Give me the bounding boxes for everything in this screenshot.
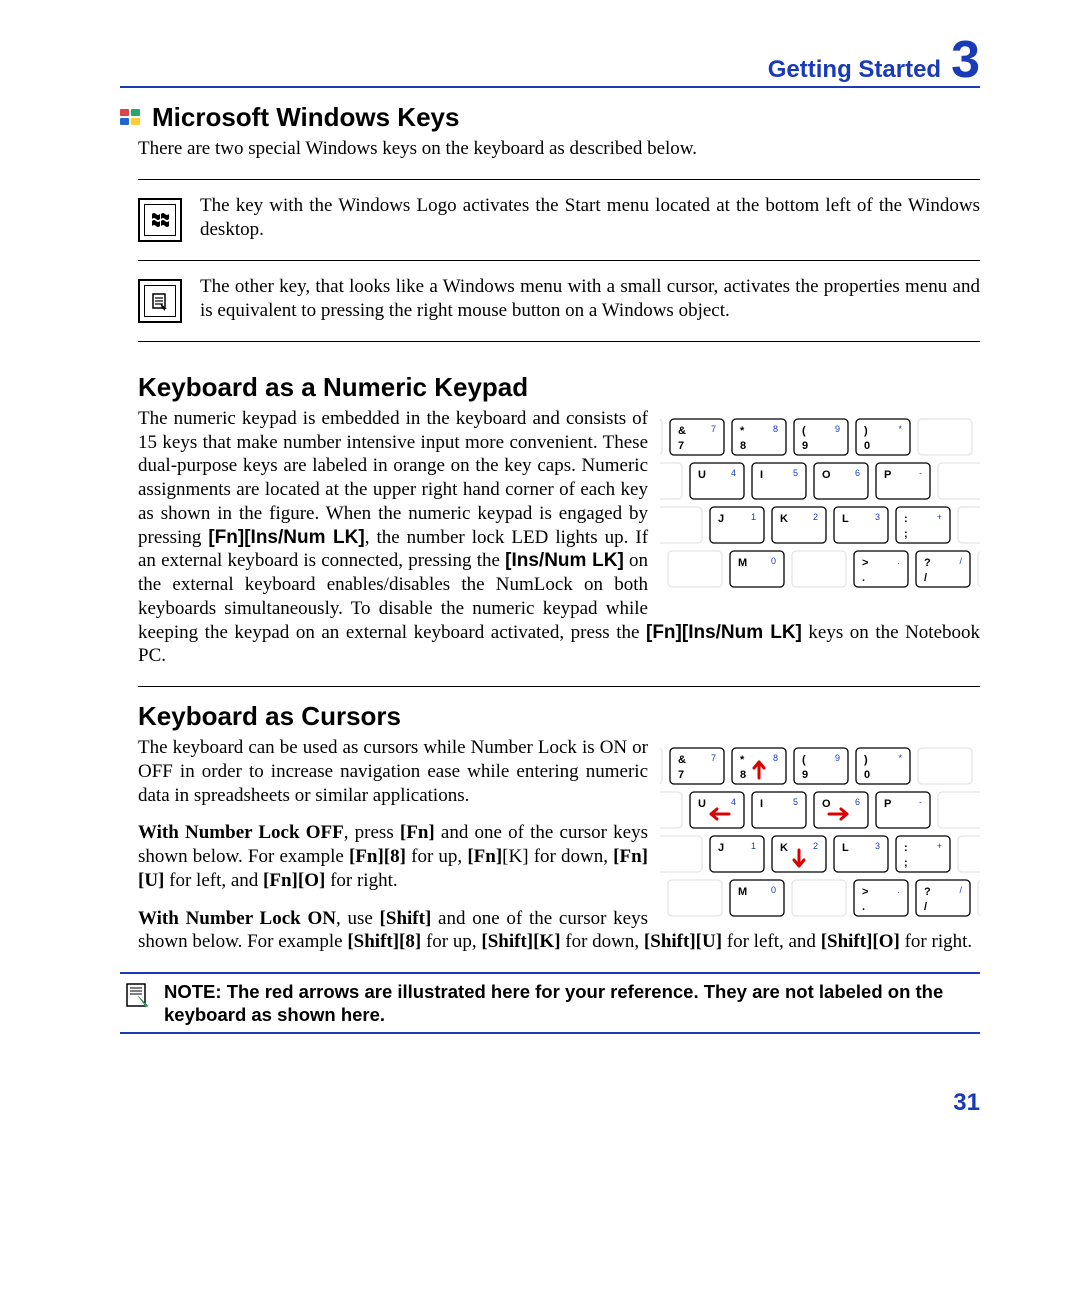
svg-text:;: ; bbox=[904, 528, 908, 540]
svg-text:&: & bbox=[678, 754, 686, 766]
svg-text:9: 9 bbox=[802, 440, 808, 452]
svg-text:(: ( bbox=[802, 425, 806, 437]
svg-text:7: 7 bbox=[678, 440, 684, 452]
svg-text:/: / bbox=[924, 901, 927, 913]
svg-text:P: P bbox=[884, 469, 891, 481]
divider bbox=[138, 260, 980, 261]
svg-text:?: ? bbox=[924, 557, 931, 569]
svg-text:6: 6 bbox=[855, 797, 860, 807]
svg-text:*: * bbox=[898, 424, 902, 434]
svg-text:1: 1 bbox=[751, 512, 756, 522]
svg-text:.: . bbox=[897, 885, 900, 895]
svg-text:P: P bbox=[884, 798, 891, 810]
svg-text:.: . bbox=[897, 556, 900, 566]
divider bbox=[138, 179, 980, 180]
svg-text:;: ; bbox=[904, 857, 908, 869]
svg-text:*: * bbox=[740, 425, 745, 437]
svg-text:8: 8 bbox=[773, 753, 778, 763]
svg-text:3: 3 bbox=[875, 512, 880, 522]
header-title: Getting Started bbox=[768, 56, 941, 84]
svg-text:O: O bbox=[822, 798, 831, 810]
svg-text::: : bbox=[904, 842, 908, 854]
svg-text:0: 0 bbox=[771, 556, 776, 566]
svg-text:2: 2 bbox=[813, 841, 818, 851]
chapter-number: 3 bbox=[951, 40, 980, 82]
windows-key-description: The key with the Windows Logo activates … bbox=[200, 194, 980, 242]
svg-text:?: ? bbox=[924, 886, 931, 898]
svg-text:): ) bbox=[864, 754, 868, 766]
menu-key-description: The other key, that looks like a Windows… bbox=[200, 275, 980, 323]
svg-text:0: 0 bbox=[864, 769, 870, 781]
svg-text:M: M bbox=[738, 557, 747, 569]
svg-text:-: - bbox=[919, 468, 922, 478]
svg-text:4: 4 bbox=[731, 797, 736, 807]
svg-text:3: 3 bbox=[875, 841, 880, 851]
svg-text:U: U bbox=[698, 469, 706, 481]
svg-text:8: 8 bbox=[740, 440, 746, 452]
svg-text:O: O bbox=[822, 469, 831, 481]
windows-logo-icon bbox=[120, 109, 142, 127]
svg-text:4: 4 bbox=[731, 468, 736, 478]
svg-text:K: K bbox=[780, 842, 788, 854]
svg-text:L: L bbox=[842, 842, 849, 854]
svg-text:7: 7 bbox=[711, 424, 716, 434]
divider bbox=[138, 686, 980, 687]
menu-key-icon bbox=[138, 279, 182, 323]
svg-text:&: & bbox=[678, 425, 686, 437]
svg-text:+: + bbox=[937, 512, 942, 522]
svg-text:9: 9 bbox=[802, 769, 808, 781]
svg-text:U: U bbox=[698, 798, 706, 810]
svg-text:M: M bbox=[738, 886, 747, 898]
svg-text:>: > bbox=[862, 886, 868, 898]
svg-text:.: . bbox=[862, 572, 865, 584]
windows-keys-intro: There are two special Windows keys on th… bbox=[138, 137, 980, 161]
svg-text::: : bbox=[904, 513, 908, 525]
divider bbox=[138, 341, 980, 342]
svg-text:8: 8 bbox=[773, 424, 778, 434]
svg-text:7: 7 bbox=[678, 769, 684, 781]
svg-text:*: * bbox=[740, 754, 745, 766]
page-number: 31 bbox=[953, 1089, 980, 1117]
section-heading-cursors: Keyboard as Cursors bbox=[138, 701, 980, 732]
section-heading-numeric-keypad: Keyboard as a Numeric Keypad bbox=[138, 372, 980, 403]
section-heading-windows-keys: Microsoft Windows Keys bbox=[152, 102, 459, 133]
svg-text:(: ( bbox=[802, 754, 806, 766]
svg-text:J: J bbox=[718, 842, 724, 854]
svg-text:/: / bbox=[924, 572, 927, 584]
svg-text:2: 2 bbox=[813, 512, 818, 522]
svg-text:5: 5 bbox=[793, 797, 798, 807]
svg-text:.: . bbox=[862, 901, 865, 913]
svg-text:): ) bbox=[864, 425, 868, 437]
svg-text:-: - bbox=[919, 797, 922, 807]
svg-text:*: * bbox=[898, 753, 902, 763]
svg-text:6: 6 bbox=[855, 468, 860, 478]
numeric-keypad-diagram: &77*88(99)*0U4I5O6P-J1K2L3:+;M0>..?// bbox=[660, 413, 980, 593]
svg-text:>: > bbox=[862, 557, 868, 569]
svg-text:9: 9 bbox=[835, 753, 840, 763]
windows-key-icon bbox=[138, 198, 182, 242]
svg-text:9: 9 bbox=[835, 424, 840, 434]
svg-text:J: J bbox=[718, 513, 724, 525]
svg-text:0: 0 bbox=[771, 885, 776, 895]
page-header: Getting Started 3 bbox=[120, 40, 980, 88]
svg-text:L: L bbox=[842, 513, 849, 525]
svg-text:I: I bbox=[760, 798, 763, 810]
svg-text:8: 8 bbox=[740, 769, 746, 781]
svg-text:1: 1 bbox=[751, 841, 756, 851]
svg-text:5: 5 bbox=[793, 468, 798, 478]
cursor-keypad-diagram: &77*88(99)*0U4I5O6P-J1K2L3:+;M0>..?// bbox=[660, 742, 980, 922]
svg-text:+: + bbox=[937, 841, 942, 851]
svg-text:K: K bbox=[780, 513, 788, 525]
svg-text:0: 0 bbox=[864, 440, 870, 452]
note-icon bbox=[124, 982, 150, 1008]
svg-text:I: I bbox=[760, 469, 763, 481]
note-text: NOTE: The red arrows are illustrated her… bbox=[164, 980, 980, 1026]
svg-text:7: 7 bbox=[711, 753, 716, 763]
